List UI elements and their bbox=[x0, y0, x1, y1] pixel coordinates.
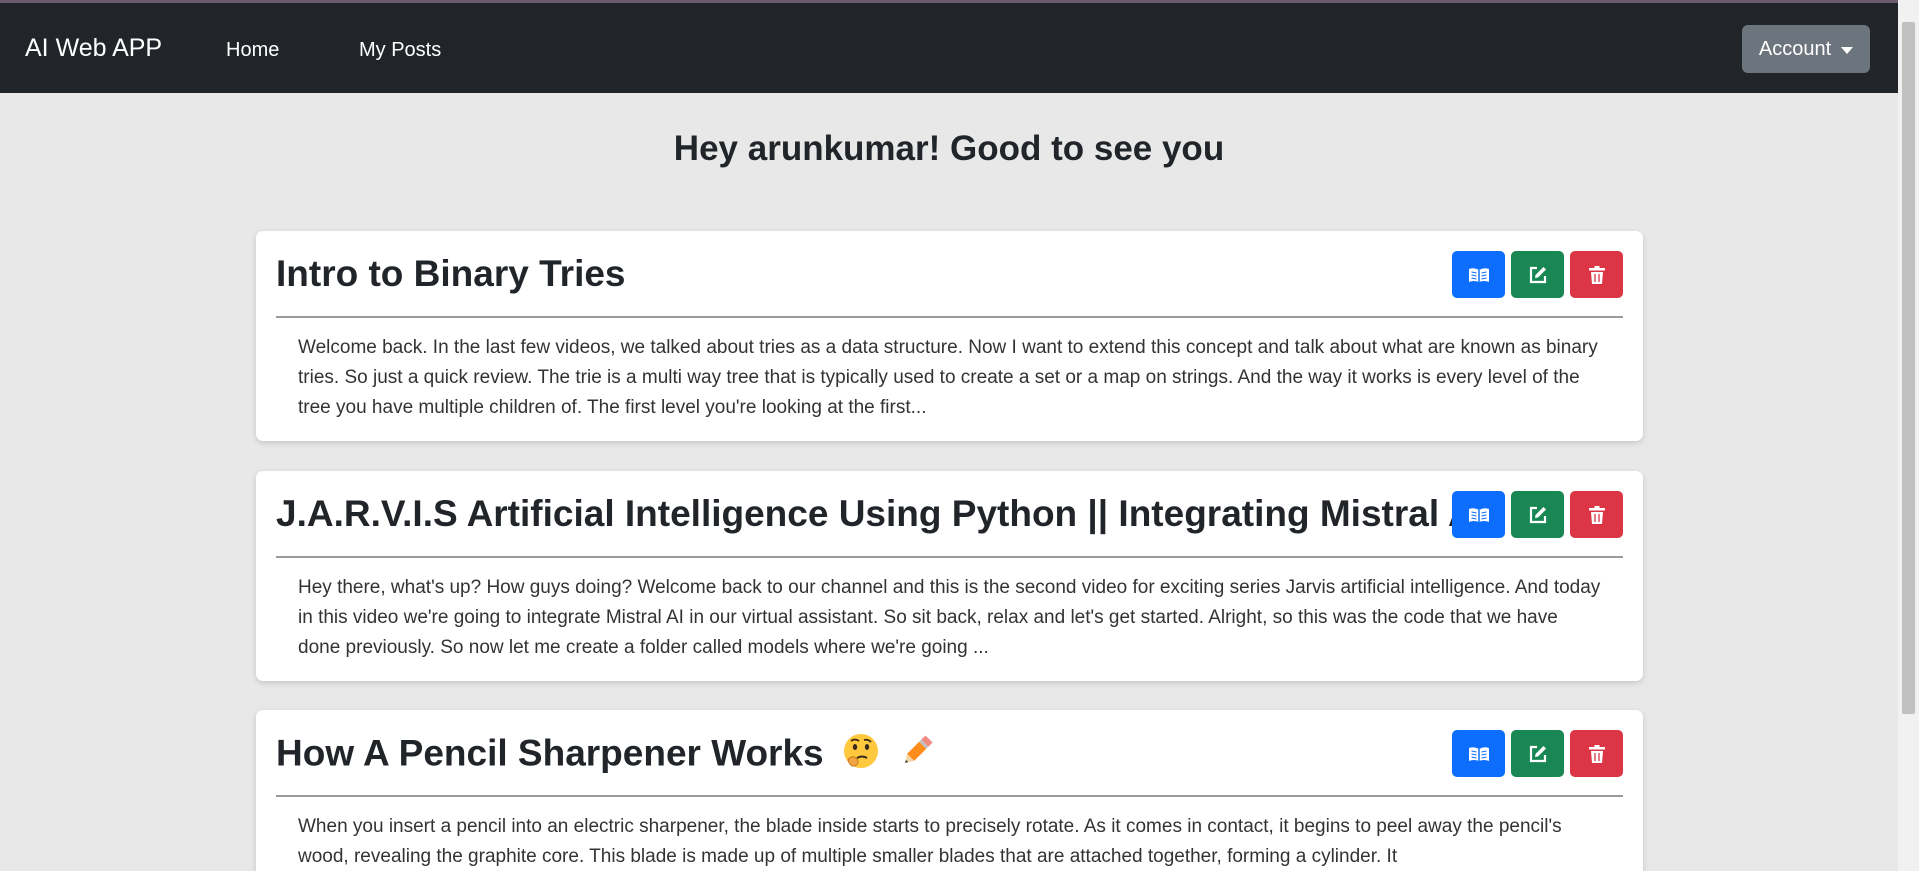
post-title: J.A.R.V.I.S Artificial Intelligence Usin… bbox=[276, 493, 1486, 534]
trash-icon bbox=[1588, 505, 1605, 524]
brand-logo-text[interactable]: AI Web APP bbox=[25, 34, 162, 63]
post-divider bbox=[276, 795, 1623, 797]
post-card: J.A.R.V.I.S Artificial Intelligence Usin… bbox=[256, 471, 1643, 681]
delete-post-button[interactable] bbox=[1570, 730, 1623, 777]
pencil-emoji-icon bbox=[898, 732, 936, 779]
read-post-button[interactable] bbox=[1452, 730, 1505, 777]
post-card: How A Pencil Sharpener Works When you in… bbox=[256, 710, 1643, 871]
edit-post-button[interactable] bbox=[1511, 251, 1564, 298]
edit-post-button[interactable] bbox=[1511, 491, 1564, 538]
thinking-face-icon bbox=[842, 732, 880, 779]
scrollbar-thumb[interactable] bbox=[1902, 22, 1915, 714]
read-post-button[interactable] bbox=[1452, 251, 1505, 298]
pencil-square-icon bbox=[1529, 266, 1546, 283]
book-open-icon bbox=[1468, 267, 1489, 282]
book-open-icon bbox=[1468, 507, 1489, 522]
post-divider bbox=[276, 556, 1623, 558]
navbar: AI Web APP Home My Posts Account bbox=[0, 3, 1898, 93]
page-greeting: Hey arunkumar! Good to see you bbox=[673, 129, 1225, 168]
pencil-square-icon bbox=[1529, 506, 1546, 523]
post-actions bbox=[1452, 491, 1623, 538]
edit-post-button[interactable] bbox=[1511, 730, 1564, 777]
post-divider bbox=[276, 316, 1623, 318]
post-title: Intro to Binary Tries bbox=[276, 253, 626, 294]
book-open-icon bbox=[1468, 746, 1489, 761]
nav-link-home[interactable]: Home bbox=[226, 39, 279, 62]
caret-down-icon bbox=[1841, 46, 1854, 54]
post-excerpt: When you insert a pencil into an electri… bbox=[298, 816, 1562, 867]
post-actions bbox=[1452, 251, 1623, 298]
post-excerpt: Welcome back. In the last few videos, we… bbox=[298, 337, 1598, 418]
account-label: Account bbox=[1758, 37, 1832, 60]
post-excerpt: Hey there, what's up? How guys doing? We… bbox=[298, 577, 1601, 658]
account-dropdown-button[interactable]: Account bbox=[1742, 25, 1870, 73]
post-title: How A Pencil Sharpener Works bbox=[276, 732, 936, 779]
read-post-button[interactable] bbox=[1452, 491, 1505, 538]
trash-icon bbox=[1588, 265, 1605, 284]
delete-post-button[interactable] bbox=[1570, 251, 1623, 298]
trash-icon bbox=[1588, 744, 1605, 763]
delete-post-button[interactable] bbox=[1570, 491, 1623, 538]
pencil-square-icon bbox=[1529, 745, 1546, 762]
post-actions bbox=[1452, 730, 1623, 777]
nav-link-my-posts[interactable]: My Posts bbox=[359, 39, 441, 62]
post-card: Intro to Binary Tries Welcome back. In t… bbox=[256, 231, 1643, 441]
post-title-text: How A Pencil Sharpener Works bbox=[276, 732, 824, 774]
